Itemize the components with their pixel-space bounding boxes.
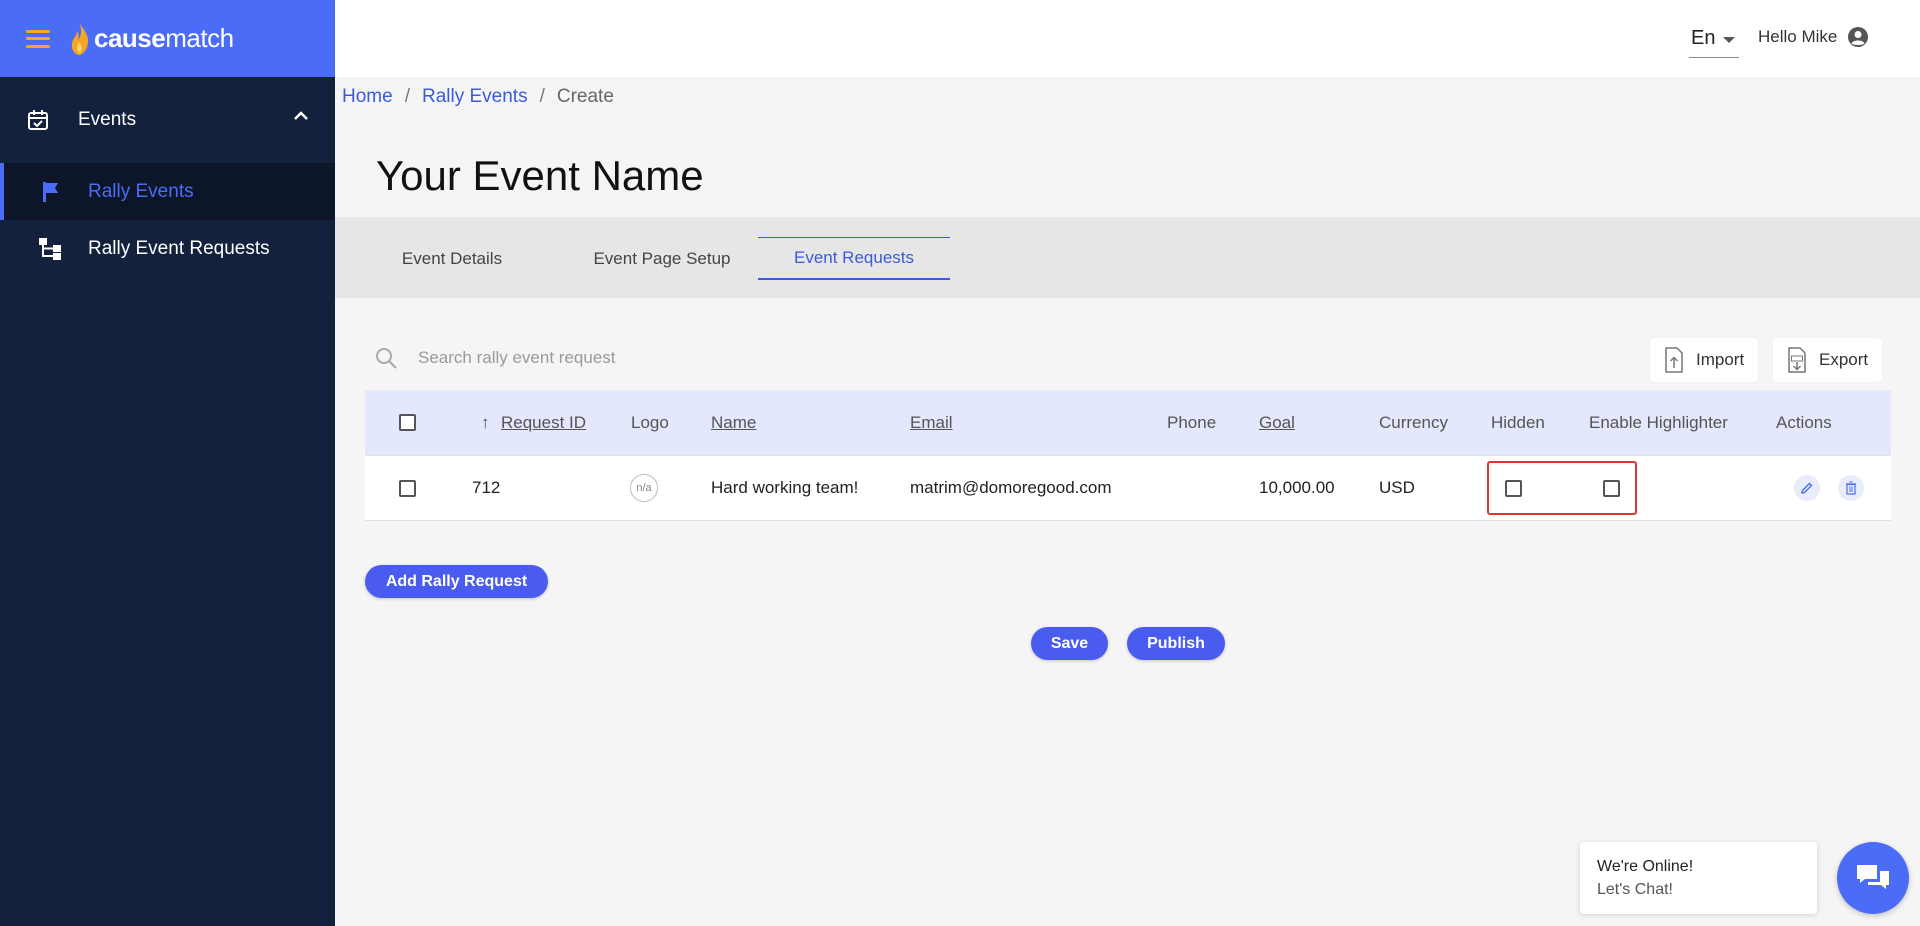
caret-down-icon <box>1723 36 1736 43</box>
causematch-logo[interactable]: causematch <box>70 22 234 56</box>
top-bar <box>335 0 1920 77</box>
column-header-logo: Logo <box>631 412 669 432</box>
breadcrumb-current: Create <box>556 86 614 107</box>
table-row: 712 n/a Hard working team! matrim@domore… <box>365 455 1891 521</box>
user-menu[interactable]: Hello Mike <box>1758 26 1869 48</box>
tab-event-requests[interactable]: Event Requests <box>758 237 950 280</box>
hierarchy-icon <box>39 237 61 260</box>
brand-name: causematch <box>94 23 234 54</box>
hidden-checkbox[interactable] <box>1505 479 1522 497</box>
save-button[interactable]: Save <box>1031 627 1108 660</box>
hamburger-menu-icon[interactable] <box>26 29 50 48</box>
chat-launcher-button[interactable] <box>1837 842 1909 914</box>
tab-event-details[interactable]: Event Details <box>382 237 522 280</box>
export-label: Export <box>1819 350 1869 369</box>
greeting-text: Hello Mike <box>1758 27 1838 46</box>
sidebar-item-label: Rally Events <box>88 180 194 202</box>
delete-button[interactable] <box>1838 475 1864 501</box>
column-header-request-id[interactable]: Request ID <box>501 390 586 455</box>
cell-actions <box>1794 456 1864 520</box>
column-header-currency: Currency <box>1379 412 1448 432</box>
table-header: ↑ Request ID Logo Name Email Phone Goal … <box>365 390 1891 455</box>
import-button[interactable]: Import <box>1650 338 1759 382</box>
select-all-checkbox[interactable] <box>399 414 416 431</box>
chevron-up-icon[interactable] <box>293 111 309 121</box>
cell-request-id: 712 <box>472 478 501 497</box>
row-select-checkbox[interactable] <box>399 479 416 497</box>
brand-name-bold: cause <box>94 23 166 53</box>
edit-button[interactable] <box>1794 475 1820 501</box>
column-header-enable-highlighter: Enable Highlighter <box>1589 412 1728 432</box>
flag-icon <box>43 181 58 202</box>
tab-event-page-setup[interactable]: Event Page Setup <box>577 237 747 280</box>
language-select[interactable]: En <box>1689 20 1739 58</box>
user-avatar-icon <box>1848 27 1869 47</box>
enable-highlighter-checkbox[interactable] <box>1603 479 1620 497</box>
pencil-icon <box>1801 482 1813 494</box>
sidebar-group-label: Events <box>78 109 137 130</box>
breadcrumb-separator: / <box>404 86 410 107</box>
file-export-icon <box>1788 347 1806 373</box>
chat-prompt-subtitle: Let's Chat! <box>1597 881 1673 898</box>
chat-bubbles-icon <box>1857 865 1889 889</box>
column-header-email[interactable]: Email <box>910 390 953 455</box>
cell-currency: USD <box>1379 478 1415 497</box>
column-header-name[interactable]: Name <box>711 390 756 455</box>
brand-name-light: match <box>165 23 234 53</box>
page-title: Your Event Name <box>376 152 704 199</box>
sidebar-item-label: Rally Event Requests <box>88 237 270 259</box>
breadcrumb-separator: / <box>539 86 545 107</box>
cell-hidden <box>1505 456 1522 520</box>
cell-enable-highlighter <box>1603 456 1620 520</box>
column-header-goal[interactable]: Goal <box>1259 390 1295 455</box>
search-icon <box>376 348 397 369</box>
column-header-hidden: Hidden <box>1491 412 1545 432</box>
search-input[interactable] <box>418 348 818 368</box>
chat-prompt-title: We're Online! <box>1597 858 1694 875</box>
file-upload-icon <box>1665 347 1683 373</box>
cell-logo: n/a <box>630 456 658 520</box>
select-all-cell <box>399 390 416 455</box>
sort-arrow-up-icon: ↑ <box>481 412 490 432</box>
logo-placeholder: n/a <box>630 474 658 502</box>
calendar-check-icon <box>28 110 48 130</box>
search-bar <box>374 346 818 370</box>
flame-icon <box>71 22 89 55</box>
brand-bar: causematch <box>0 0 335 77</box>
import-label: Import <box>1696 350 1745 369</box>
add-rally-request-button[interactable]: Add Rally Request <box>365 565 548 598</box>
breadcrumb-home-link[interactable]: Home <box>342 86 393 108</box>
language-value: En <box>1691 27 1716 49</box>
row-select-cell <box>399 456 416 520</box>
sidebar-item-rally-event-requests[interactable]: Rally Event Requests <box>0 220 335 277</box>
trash-icon <box>1846 481 1856 495</box>
export-button[interactable]: Export <box>1773 338 1883 382</box>
publish-button[interactable]: Publish <box>1127 627 1225 660</box>
sidebar: causematch Events Rally Events Rally Eve… <box>0 0 335 926</box>
sidebar-item-rally-events[interactable]: Rally Events <box>0 163 335 220</box>
chat-prompt-card[interactable]: We're Online! Let's Chat! <box>1580 842 1817 914</box>
breadcrumb-rally-events-link[interactable]: Rally Events <box>422 86 528 108</box>
cell-name: Hard working team! <box>711 478 859 497</box>
sidebar-group-events[interactable]: Events <box>0 77 335 163</box>
tabs-bar: Event Details Event Page Setup Event Req… <box>335 217 1920 298</box>
breadcrumb: Home / Rally Events / Create <box>342 86 614 108</box>
cell-email: matrim@domoregood.com <box>910 478 1112 497</box>
column-header-phone: Phone <box>1167 412 1217 432</box>
cell-goal: 10,000.00 <box>1259 478 1335 497</box>
column-header-actions: Actions <box>1776 412 1832 432</box>
